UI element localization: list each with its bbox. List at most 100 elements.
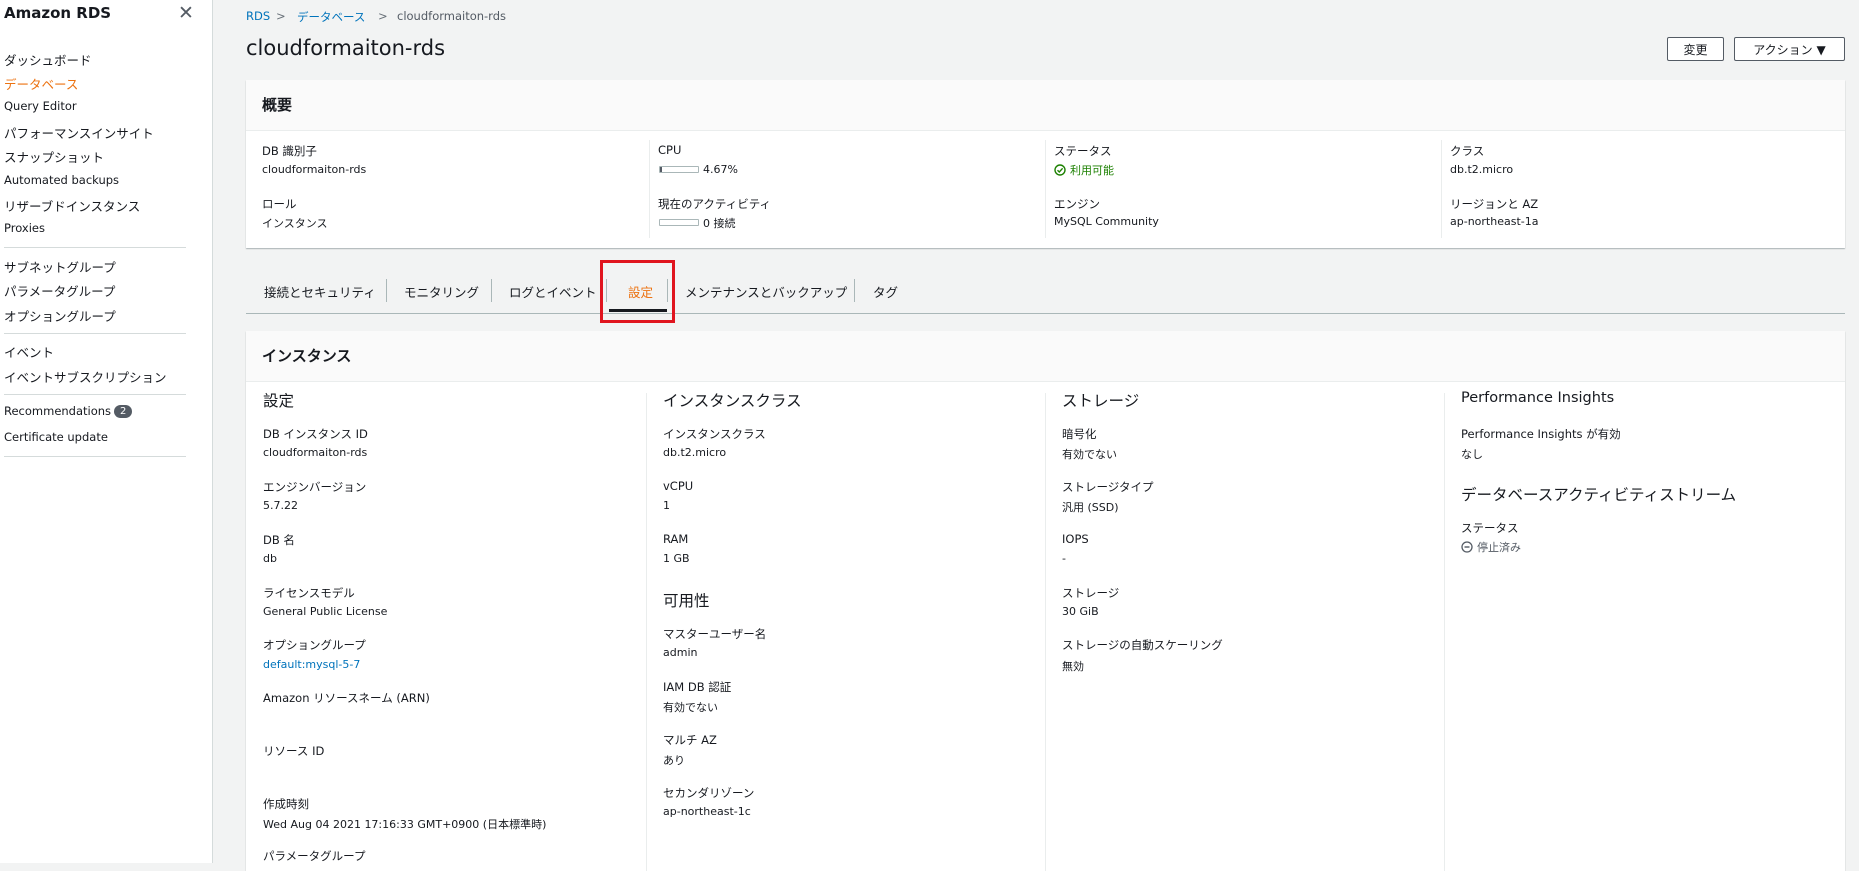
breadcrumb-databases-link[interactable]: データベース — [297, 9, 365, 25]
sidebar-item-reserved-instances[interactable]: リザーブドインスタンス — [4, 196, 140, 215]
cpu-value: 4.67% — [703, 163, 738, 176]
field-label: 暗号化 — [1062, 427, 1097, 441]
stream-status-value: 停止済み — [1461, 539, 1521, 555]
chevron-right-icon: > — [378, 9, 388, 23]
field-label: ストレージの自動スケーリング — [1062, 638, 1223, 652]
current-activity-label: 現在のアクティビティ — [658, 197, 772, 211]
field-value: あり — [663, 754, 685, 767]
recommendations-count-badge: 2 — [114, 405, 133, 418]
field-label: マスターユーザー名 — [663, 627, 767, 641]
status-value: 利用可能 — [1054, 162, 1114, 178]
sidebar-item-subnet-groups[interactable]: サブネットグループ — [4, 257, 116, 276]
pi-enabled-value: なし — [1461, 448, 1483, 461]
column-divider — [649, 140, 650, 238]
column-divider — [1045, 393, 1046, 871]
engine-value: MySQL Community — [1054, 215, 1159, 228]
instance-panel-title: インスタンス — [262, 347, 352, 365]
tab-connectivity-security[interactable]: 接続とセキュリティ — [264, 282, 376, 301]
field-value: db.t2.micro — [663, 446, 727, 459]
pi-enabled-label: Performance Insights が有効 — [1461, 427, 1621, 441]
close-icon[interactable]: ✕ — [178, 2, 194, 24]
breadcrumb-current: cloudformaiton-rds — [397, 9, 506, 23]
class-label: クラス — [1450, 144, 1485, 158]
status-text: 利用可能 — [1070, 164, 1114, 177]
field-label: vCPU — [663, 479, 694, 493]
performance-insights-section-title: Performance Insights — [1461, 390, 1615, 406]
summary-panel: 概要 DB 識別子 cloudformaiton-rds ロール インスタンス … — [246, 80, 1845, 248]
sidebar-item-automated-backups[interactable]: Automated backups — [4, 173, 119, 187]
field-value: General Public License — [263, 605, 388, 618]
column-divider — [646, 393, 647, 871]
sidebar-divider — [4, 394, 186, 395]
sidebar-item-snapshots[interactable]: スナップショット — [4, 147, 104, 166]
tab-logs-events[interactable]: ログとイベント — [509, 282, 597, 301]
breadcrumb-rds-link[interactable]: RDS — [246, 9, 270, 23]
actions-dropdown-button[interactable]: アクション ▼ — [1734, 37, 1845, 61]
field-label: RAM — [663, 532, 689, 546]
field-value: 無効 — [1062, 660, 1084, 673]
column-divider — [1045, 140, 1046, 238]
storage-section-title: ストレージ — [1062, 392, 1140, 410]
field-label: マルチ AZ — [663, 733, 717, 747]
instance-class-section-title: インスタンスクラス — [663, 392, 802, 410]
sidebar-divider — [4, 247, 186, 248]
field-label: リソース ID — [263, 744, 325, 758]
field-label: Amazon リソースネーム (ARN) — [263, 691, 430, 705]
sidebar-item-query-editor[interactable]: Query Editor — [4, 99, 77, 113]
field-label: ストレージ — [1062, 586, 1120, 600]
field-label: エンジンバージョン — [263, 480, 367, 494]
field-value: 5.7.22 — [263, 499, 298, 512]
field-label: DB 名 — [263, 533, 295, 547]
sidebar-item-proxies[interactable]: Proxies — [4, 221, 45, 235]
engine-label: エンジン — [1054, 197, 1100, 211]
field-value: admin — [663, 646, 698, 659]
tab-tags[interactable]: タグ — [873, 282, 898, 301]
db-identifier-value: cloudformaiton-rds — [262, 163, 367, 176]
tab-maintenance-backup[interactable]: メンテナンスとバックアップ — [685, 282, 847, 301]
activity-stream-section-title: データベースアクティビティストリーム — [1461, 486, 1737, 504]
field-label: パラメータグループ — [263, 849, 366, 863]
tab-separator — [386, 279, 387, 302]
current-activity-value: 0 接続 — [703, 217, 736, 230]
option-group-link[interactable]: default:mysql-5-7 — [263, 658, 360, 671]
page-title: cloudformaiton-rds — [246, 36, 446, 60]
summary-title: 概要 — [262, 96, 293, 114]
sidebar-item-dashboard[interactable]: ダッシュボード — [4, 50, 92, 69]
modify-button[interactable]: 変更 — [1667, 37, 1724, 61]
sidebar-item-option-groups[interactable]: オプショングループ — [4, 306, 116, 325]
field-label: 作成時刻 — [263, 797, 309, 811]
sidebar-divider — [4, 456, 186, 457]
field-label: IAM DB 認証 — [663, 680, 732, 694]
field-label: ストレージタイプ — [1062, 480, 1154, 494]
settings-section-title: 設定 — [263, 392, 295, 410]
field-label: IOPS — [1062, 532, 1089, 546]
sidebar-item-recommendations[interactable]: Recommendations 2 — [4, 404, 133, 418]
cpu-usage-bar — [659, 166, 699, 173]
sidebar-item-certificate-update[interactable]: Certificate update — [4, 430, 108, 444]
role-label: ロール — [262, 197, 297, 211]
activity-bar — [659, 219, 699, 226]
sidebar-item-databases[interactable]: データベース — [4, 74, 78, 93]
cpu-usage-fill — [660, 167, 662, 172]
field-value: ap-northeast-1c — [663, 805, 751, 818]
highlight-box — [600, 260, 675, 323]
sidebar-item-event-subscriptions[interactable]: イベントサブスクリプション — [4, 367, 167, 386]
chevron-right-icon: > — [276, 9, 286, 23]
instance-panel: インスタンス 設定 DB インスタンス ID cloudformaiton-rd… — [246, 331, 1845, 871]
field-value: - — [1062, 552, 1066, 565]
field-value: 1 GB — [663, 552, 690, 565]
field-value: 有効でない — [663, 701, 718, 714]
field-value: 30 GiB — [1062, 605, 1099, 618]
tab-separator — [854, 279, 855, 302]
tab-separator — [491, 279, 492, 302]
sidebar-item-parameter-groups[interactable]: パラメータグループ — [4, 281, 115, 300]
sidebar-item-events[interactable]: イベント — [4, 342, 54, 361]
field-value: 汎用 (SSD) — [1062, 501, 1119, 514]
sidebar-item-performance-insights[interactable]: パフォーマンスインサイト — [4, 123, 154, 142]
tab-monitoring[interactable]: モニタリング — [404, 282, 479, 301]
status-label: ステータス — [1054, 144, 1112, 158]
field-value: cloudformaiton-rds — [263, 446, 368, 459]
role-value: インスタンス — [262, 217, 328, 230]
field-label: オプショングループ — [263, 638, 366, 652]
column-divider — [1441, 140, 1442, 238]
